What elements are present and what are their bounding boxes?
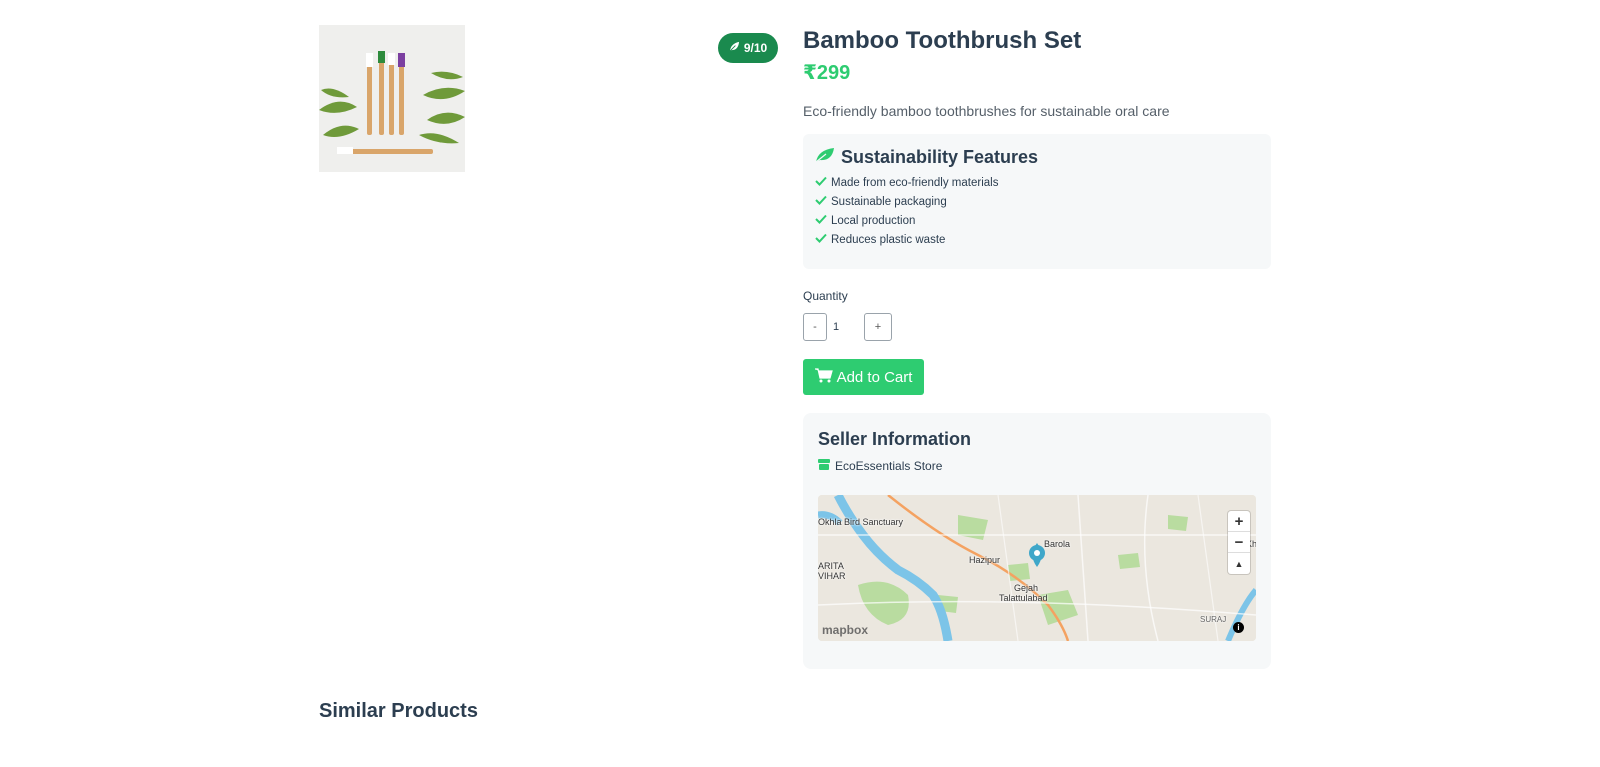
check-icon (815, 174, 827, 193)
list-item: Local production (815, 212, 1259, 231)
list-item: Sustainable packaging (815, 193, 1259, 212)
map-label: VIHAR (818, 571, 846, 581)
quantity-input[interactable] (827, 313, 864, 341)
product-price: ₹299 (803, 62, 851, 84)
feature-label: Made from eco-friendly materials (831, 177, 999, 189)
seller-information: Seller Information EcoEssentials Store O… (803, 413, 1271, 669)
add-to-cart-label: Add to Cart (836, 368, 913, 386)
map-label: Talattulabad (999, 593, 1048, 603)
product-title: Bamboo Toothbrush Set (803, 27, 1082, 54)
features-heading: Sustainability Features (815, 146, 1259, 168)
product-description: Eco-friendly bamboo toothbrushes for sus… (803, 103, 1170, 119)
zoom-in-button[interactable]: + (1228, 511, 1250, 532)
features-title: Sustainability Features (841, 146, 1039, 167)
map-label: Barola (1044, 539, 1071, 549)
similar-products-heading: Similar Products (319, 700, 478, 722)
features-list: Made from eco-friendly materials Sustain… (815, 174, 1259, 250)
sustainability-features: Sustainability Features Made from eco-fr… (803, 134, 1271, 269)
feature-label: Reduces plastic waste (831, 234, 946, 246)
leaf-icon (729, 41, 740, 55)
map-controls: + − ▲ (1228, 511, 1250, 574)
cart-icon (814, 367, 833, 387)
quantity-label: Quantity (803, 289, 848, 303)
compass-button[interactable]: ▲ (1228, 553, 1250, 574)
map-label: ARITA (818, 561, 844, 571)
eco-score: 9/10 (743, 41, 768, 55)
eco-score-badge: 9/10 (718, 33, 778, 63)
feature-label: Local production (831, 215, 916, 227)
leaf-icon (815, 147, 835, 168)
store-icon (818, 459, 830, 473)
seller-store: EcoEssentials Store (818, 457, 1256, 475)
info-icon[interactable]: i (1233, 622, 1244, 633)
map-label: SURAJ (1200, 615, 1227, 624)
feature-label: Sustainable packaging (831, 196, 947, 208)
check-icon (815, 193, 827, 212)
increment-button[interactable]: + (864, 313, 892, 341)
map-label: Gejah (1014, 583, 1039, 593)
zoom-out-button[interactable]: − (1228, 532, 1250, 553)
seller-heading: Seller Information (818, 429, 972, 449)
check-icon (815, 212, 827, 231)
map-label: Hazipur (969, 555, 1001, 565)
add-to-cart-button[interactable]: Add to Cart (803, 359, 924, 395)
map-label: Okhla Bird Sanctuary (818, 517, 904, 527)
seller-location-map[interactable]: Okhla Bird Sanctuary Barola Hazipur ARIT… (818, 495, 1256, 641)
seller-name[interactable]: EcoEssentials Store (835, 459, 942, 473)
list-item: Reduces plastic waste (815, 231, 1259, 250)
decrement-button[interactable]: - (803, 313, 827, 341)
product-image (319, 25, 465, 172)
mapbox-logo[interactable]: mapbox (822, 623, 868, 637)
list-item: Made from eco-friendly materials (815, 174, 1259, 193)
check-icon (815, 231, 827, 250)
quantity-stepper: - + (803, 313, 1271, 341)
product-details: Bamboo Toothbrush Set ₹299 Eco-friendly … (803, 25, 1271, 669)
